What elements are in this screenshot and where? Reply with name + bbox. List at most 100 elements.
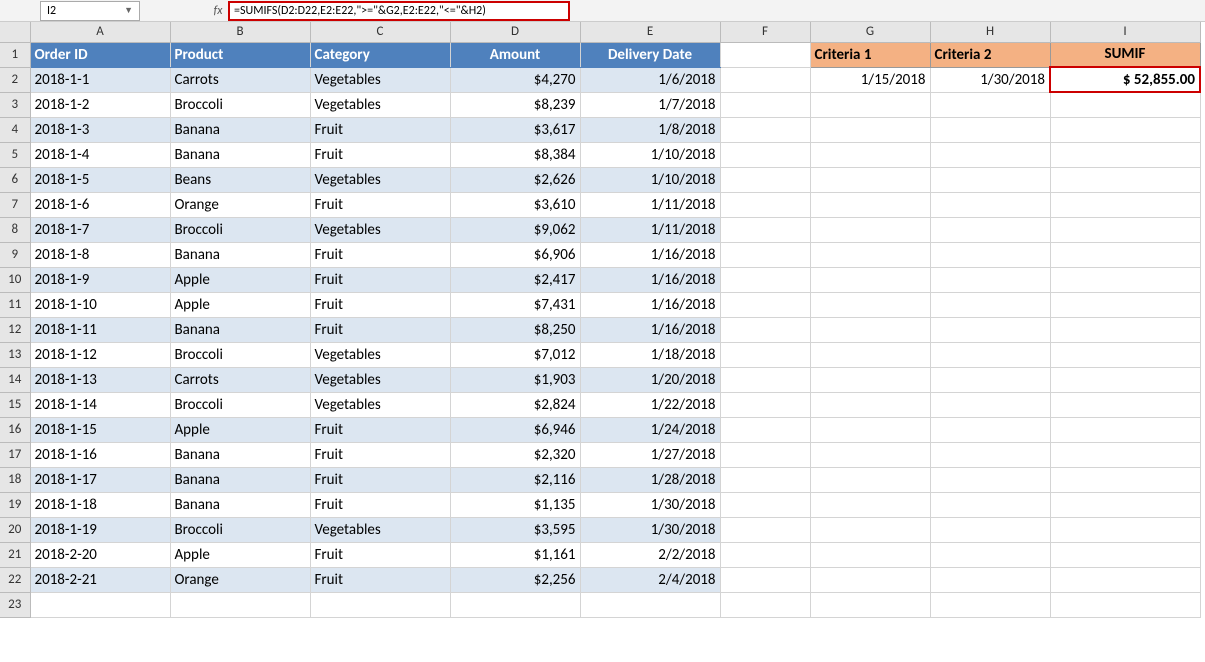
cell-H14[interactable] (930, 367, 1050, 392)
cell-D3[interactable]: $8,239 (450, 92, 580, 117)
cell-B11[interactable]: Apple (170, 292, 310, 317)
cell-C11[interactable]: Fruit (310, 292, 450, 317)
cell-H16[interactable] (930, 417, 1050, 442)
cell-I19[interactable] (1050, 492, 1200, 517)
cell-D11[interactable]: $7,431 (450, 292, 580, 317)
cell-C23[interactable] (310, 592, 450, 617)
cell-C12[interactable]: Fruit (310, 317, 450, 342)
cell-I15[interactable] (1050, 392, 1200, 417)
cell-G23[interactable] (810, 592, 930, 617)
cell-F18[interactable] (720, 467, 810, 492)
cell-E17[interactable]: 1/27/2018 (580, 442, 720, 467)
formula-input[interactable] (234, 4, 564, 18)
cell-G17[interactable] (810, 442, 930, 467)
cell-F8[interactable] (720, 217, 810, 242)
cell-C16[interactable]: Fruit (310, 417, 450, 442)
cell-B12[interactable]: Banana (170, 317, 310, 342)
cell-D17[interactable]: $2,320 (450, 442, 580, 467)
cell-G22[interactable] (810, 567, 930, 592)
cell-D1[interactable]: Amount (450, 42, 580, 67)
cell-C1[interactable]: Category (310, 42, 450, 67)
cell-G12[interactable] (810, 317, 930, 342)
cell-A4[interactable]: 2018-1-3 (30, 117, 170, 142)
cell-H8[interactable] (930, 217, 1050, 242)
row-header-9[interactable]: 9 (0, 242, 30, 267)
cell-G11[interactable] (810, 292, 930, 317)
cell-F10[interactable] (720, 267, 810, 292)
cell-E3[interactable]: 1/7/2018 (580, 92, 720, 117)
column-header-D[interactable]: D (450, 22, 580, 42)
cell-G2[interactable]: 1/15/2018 (810, 67, 930, 92)
cell-H21[interactable] (930, 542, 1050, 567)
cell-E4[interactable]: 1/8/2018 (580, 117, 720, 142)
row-header-2[interactable]: 2 (0, 67, 30, 92)
row-header-14[interactable]: 14 (0, 367, 30, 392)
cell-B14[interactable]: Carrots (170, 367, 310, 392)
select-all-corner[interactable] (0, 22, 30, 42)
row-header-13[interactable]: 13 (0, 342, 30, 367)
cell-E7[interactable]: 1/11/2018 (580, 192, 720, 217)
row-header-10[interactable]: 10 (0, 267, 30, 292)
cell-D7[interactable]: $3,610 (450, 192, 580, 217)
row-header-1[interactable]: 1 (0, 42, 30, 67)
cell-I14[interactable] (1050, 367, 1200, 392)
cell-G6[interactable] (810, 167, 930, 192)
cell-F1[interactable] (720, 42, 810, 67)
cell-A12[interactable]: 2018-1-11 (30, 317, 170, 342)
cell-F2[interactable] (720, 67, 810, 92)
cell-C17[interactable]: Fruit (310, 442, 450, 467)
cell-I13[interactable] (1050, 342, 1200, 367)
column-header-H[interactable]: H (930, 22, 1050, 42)
cell-D16[interactable]: $6,946 (450, 417, 580, 442)
cell-F20[interactable] (720, 517, 810, 542)
cell-B15[interactable]: Broccoli (170, 392, 310, 417)
cell-I17[interactable] (1050, 442, 1200, 467)
row-header-8[interactable]: 8 (0, 217, 30, 242)
cell-H17[interactable] (930, 442, 1050, 467)
cell-I21[interactable] (1050, 542, 1200, 567)
cell-G14[interactable] (810, 367, 930, 392)
cell-A21[interactable]: 2018-2-20 (30, 542, 170, 567)
cell-E20[interactable]: 1/30/2018 (580, 517, 720, 542)
cell-B23[interactable] (170, 592, 310, 617)
cell-E1[interactable]: Delivery Date (580, 42, 720, 67)
cell-B3[interactable]: Broccoli (170, 92, 310, 117)
column-header-B[interactable]: B (170, 22, 310, 42)
cell-B20[interactable]: Broccoli (170, 517, 310, 542)
cell-G21[interactable] (810, 542, 930, 567)
cell-F19[interactable] (720, 492, 810, 517)
cell-E11[interactable]: 1/16/2018 (580, 292, 720, 317)
cell-E19[interactable]: 1/30/2018 (580, 492, 720, 517)
cell-H20[interactable] (930, 517, 1050, 542)
spreadsheet-grid[interactable]: ABCDEFGHI1Order IDProductCategoryAmountD… (0, 22, 1205, 618)
cell-A20[interactable]: 2018-1-19 (30, 517, 170, 542)
cell-D5[interactable]: $8,384 (450, 142, 580, 167)
cell-D9[interactable]: $6,906 (450, 242, 580, 267)
cell-D23[interactable] (450, 592, 580, 617)
cell-F17[interactable] (720, 442, 810, 467)
cell-C22[interactable]: Fruit (310, 567, 450, 592)
cell-G4[interactable] (810, 117, 930, 142)
cell-E10[interactable]: 1/16/2018 (580, 267, 720, 292)
cell-G20[interactable] (810, 517, 930, 542)
cell-E12[interactable]: 1/16/2018 (580, 317, 720, 342)
cell-B8[interactable]: Broccoli (170, 217, 310, 242)
cell-H18[interactable] (930, 467, 1050, 492)
cell-I5[interactable] (1050, 142, 1200, 167)
row-header-16[interactable]: 16 (0, 417, 30, 442)
cell-I12[interactable] (1050, 317, 1200, 342)
row-header-19[interactable]: 19 (0, 492, 30, 517)
cell-H12[interactable] (930, 317, 1050, 342)
cell-G13[interactable] (810, 342, 930, 367)
cell-C10[interactable]: Fruit (310, 267, 450, 292)
cell-H3[interactable] (930, 92, 1050, 117)
cell-D6[interactable]: $2,626 (450, 167, 580, 192)
cell-I1[interactable]: SUMIF (1050, 42, 1200, 67)
row-header-5[interactable]: 5 (0, 142, 30, 167)
row-header-7[interactable]: 7 (0, 192, 30, 217)
cell-B1[interactable]: Product (170, 42, 310, 67)
column-header-G[interactable]: G (810, 22, 930, 42)
row-header-22[interactable]: 22 (0, 567, 30, 592)
cell-A18[interactable]: 2018-1-17 (30, 467, 170, 492)
cell-A3[interactable]: 2018-1-2 (30, 92, 170, 117)
